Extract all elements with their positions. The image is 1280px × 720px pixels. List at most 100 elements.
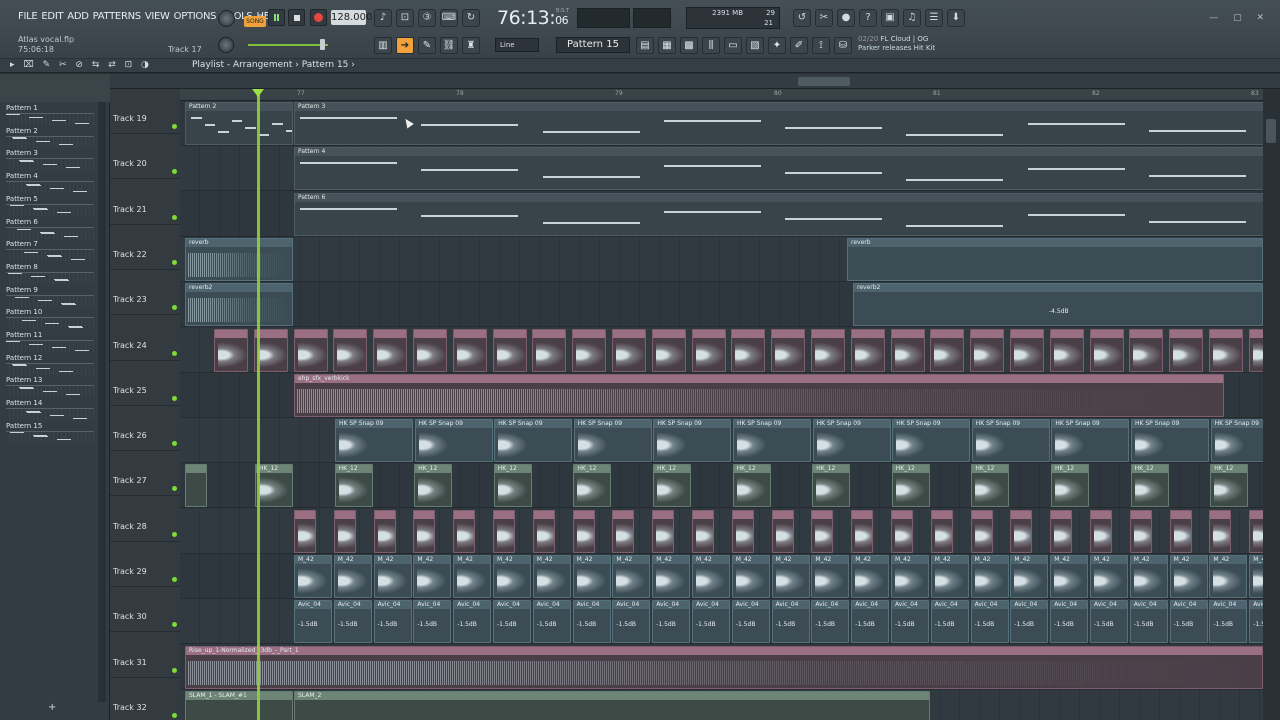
audio-clip[interactable]: Avic_04 -1.5dB: [1090, 600, 1128, 644]
pattern-picker-item[interactable]: Pattern 15: [6, 422, 96, 444]
pattern-clip[interactable]: Pattern 4: [294, 147, 1263, 191]
countdown-icon[interactable]: ③: [418, 9, 436, 27]
audio-clip[interactable]: HK_12: [653, 464, 691, 508]
window-controls[interactable]: — ▢ ✕: [1209, 13, 1270, 23]
pattern-picker-item[interactable]: Pattern 8: [6, 263, 96, 285]
track-mute-led[interactable]: [172, 124, 177, 129]
audio-clip[interactable]: Avic_04 -1.5dB: [652, 600, 691, 644]
track-mute-led[interactable]: [172, 395, 177, 401]
audio-clip[interactable]: Avic_04 -1.5dB: [333, 600, 372, 644]
audio-clip[interactable]: Avic_04 -1.5dB: [851, 600, 890, 644]
pattern-selector[interactable]: Pattern 15: [556, 37, 630, 53]
audio-clip[interactable]: [333, 509, 356, 553]
pattern-clip[interactable]: Pattern 6: [294, 192, 1263, 236]
audio-clip[interactable]: M_42: [333, 555, 372, 598]
picker-scrollbar[interactable]: [98, 102, 106, 702]
audio-clip[interactable]: HK_12: [891, 464, 930, 508]
audio-clip[interactable]: Avic_04 -1.5dB: [453, 600, 492, 644]
audio-clip[interactable]: HK_12: [573, 464, 612, 508]
track-lane[interactable]: ehp_sfx_verbkick: [180, 372, 1263, 418]
audio-clip[interactable]: M_42: [652, 555, 691, 598]
menu-options[interactable]: OPTIONS: [174, 11, 217, 22]
audio-clip[interactable]: [492, 328, 527, 372]
draw-tool-icon[interactable]: ✎: [418, 37, 436, 54]
track-header[interactable]: Track 30: [110, 587, 180, 633]
pattern-picker-item[interactable]: Pattern 5: [6, 195, 96, 217]
audio-clip[interactable]: [452, 328, 487, 372]
audio-clip[interactable]: M_42: [453, 555, 492, 598]
audio-clip[interactable]: SLAM_2: [294, 690, 930, 720]
horizontal-scrollbar[interactable]: [0, 74, 1280, 89]
plugin-icon[interactable]: ♫: [903, 9, 921, 27]
audio-clip[interactable]: Avic_04 -1.5dB: [532, 600, 571, 644]
cart-icon[interactable]: ⛁: [834, 37, 852, 54]
audio-clip[interactable]: reverb: [185, 237, 293, 281]
audio-clip[interactable]: [293, 328, 328, 372]
audio-clip[interactable]: HK_12: [334, 464, 373, 508]
record-tool-icon[interactable]: ⟟: [812, 37, 830, 54]
piano-roll-icon[interactable]: ▥: [374, 37, 392, 54]
audio-clip[interactable]: Avic_04 -1.5dB: [572, 600, 611, 644]
brush-icon[interactable]: ✐: [790, 37, 808, 54]
audio-clip[interactable]: [731, 509, 754, 553]
track-header[interactable]: Track 25: [110, 361, 180, 406]
track-mute-led[interactable]: [172, 259, 177, 265]
audio-clip[interactable]: HK_12: [1051, 464, 1089, 508]
stamp-tool-icon[interactable]: ♜: [462, 37, 480, 54]
audio-clip[interactable]: M_42: [1209, 555, 1248, 598]
chat-icon[interactable]: ☰: [925, 9, 943, 27]
audio-clip[interactable]: [1050, 509, 1073, 553]
pattern-picker-item[interactable]: Pattern 13: [6, 376, 96, 398]
audio-clip[interactable]: Rise_up_1-Normalized_-3db_-_Part_1: [185, 645, 1263, 689]
track-header[interactable]: Track 26: [110, 406, 180, 452]
track-lane[interactable]: reverb reverb: [180, 236, 1263, 282]
audio-clip[interactable]: Avic_04 -1.5dB: [891, 600, 929, 644]
audio-clip[interactable]: Avic_04 -1.5dB: [413, 600, 452, 644]
audio-clip[interactable]: [1169, 509, 1192, 553]
audio-clip[interactable]: HK SP Snap 09: [892, 419, 971, 463]
audio-clip[interactable]: Avic_04 -1.5dB: [1010, 600, 1049, 644]
audio-clip[interactable]: HK SP Snap 09: [971, 419, 1050, 463]
audio-clip[interactable]: [1248, 328, 1263, 372]
audio-clip[interactable]: [771, 328, 806, 372]
track-lane[interactable]: SLAM_1 - SLAM_#1 SLAM_2: [180, 689, 1263, 720]
audio-clip[interactable]: [333, 328, 368, 372]
track-header[interactable]: Track 23: [110, 270, 180, 316]
track-lane[interactable]: Pattern 6: [180, 191, 1263, 237]
audio-clip[interactable]: [692, 509, 714, 553]
audio-clip[interactable]: M_42: [731, 555, 770, 598]
track-lane[interactable]: [180, 508, 1263, 554]
browser-icon[interactable]: ▭: [724, 37, 742, 54]
step-edit-icon[interactable]: ⌨: [440, 9, 458, 27]
audio-clip[interactable]: M_42: [1010, 555, 1049, 598]
menu-patterns[interactable]: PATTERNS: [93, 11, 142, 22]
audio-clip[interactable]: ehp_sfx_verbkick: [294, 373, 1224, 417]
audio-clip[interactable]: [1010, 328, 1044, 372]
audio-clip[interactable]: M_42: [1090, 555, 1128, 598]
track-lane[interactable]: Avic_04 -1.5dB Avic_04 -1.5dB Avic_04 -1.5dB A…: [180, 599, 1263, 645]
audio-clip[interactable]: Avic_04 -1.5dB: [731, 600, 770, 644]
pattern-clip[interactable]: Pattern 2: [185, 102, 293, 145]
render-icon[interactable]: ▣: [881, 9, 899, 27]
track-mute-led[interactable]: [172, 577, 177, 582]
audio-clip[interactable]: [1209, 328, 1243, 372]
audio-clip[interactable]: [1090, 509, 1112, 553]
audio-clip[interactable]: reverb2 -4.5dB: [853, 283, 1263, 327]
track-mute-led[interactable]: [172, 305, 177, 311]
audio-clip[interactable]: [771, 509, 794, 553]
audio-clip[interactable]: M_42: [692, 555, 730, 598]
audio-clip[interactable]: SLAM_1 - SLAM_#1: [185, 690, 293, 720]
audio-clip[interactable]: [214, 328, 248, 372]
track-mute-led[interactable]: [172, 169, 177, 175]
pattern-picker-item[interactable]: Pattern 10: [6, 308, 96, 330]
download-icon[interactable]: ⬇: [947, 9, 965, 27]
audio-clip[interactable]: [612, 328, 646, 372]
track-mute-led[interactable]: [172, 214, 177, 220]
audio-clip[interactable]: [612, 509, 635, 553]
audio-clip[interactable]: Avic_04 -1.5dB: [1129, 600, 1168, 644]
audio-clip[interactable]: HK SP Snap 09: [733, 419, 811, 463]
audio-clip[interactable]: M_42: [811, 555, 850, 598]
news-panel[interactable]: 02/20 FL Cloud | OG Parker releases Hit …: [858, 35, 935, 53]
playhead-marker[interactable]: [252, 89, 264, 97]
track-mute-led[interactable]: [172, 712, 177, 718]
